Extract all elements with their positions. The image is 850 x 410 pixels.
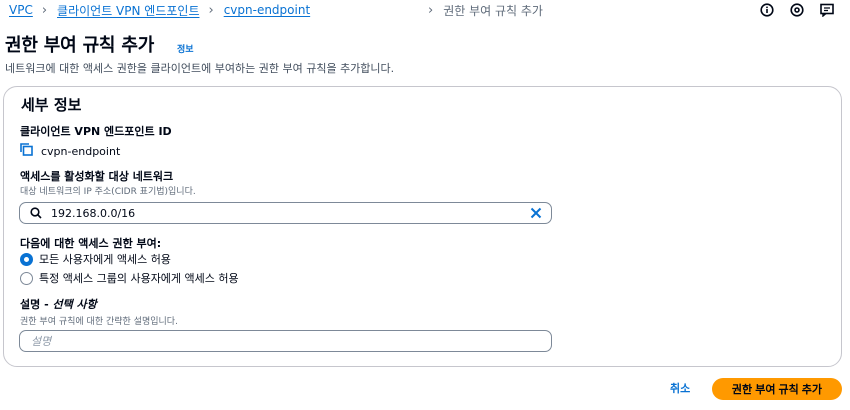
chevron-right-icon: › — [41, 2, 48, 18]
chevron-right-icon: › — [428, 3, 434, 18]
description-label-optional: 선택 사항 — [52, 298, 97, 311]
endpoint-id-value: cvpn-endpoint — [20, 143, 120, 159]
description-label: 설명 - 선택 사항 — [20, 296, 97, 312]
clear-icon[interactable] — [530, 207, 542, 219]
feedback-icon[interactable] — [820, 2, 834, 18]
radio-specific-group[interactable]: 특정 액세스 그룹의 사용자에게 액세스 허용 — [20, 270, 239, 286]
grant-access-label: 다음에 대한 액세스 권한 부여: — [20, 237, 162, 250]
description-hint: 권한 부여 규칙에 대한 간략한 설명입니다. — [20, 317, 178, 327]
target-network-input[interactable]: 192.168.0.0/16 — [19, 202, 552, 224]
breadcrumb-endpoint-link[interactable]: cvpn-endpoint — [224, 3, 310, 17]
description-input[interactable]: 설명 — [19, 330, 552, 352]
endpoint-id-text: cvpn-endpoint — [41, 144, 121, 158]
breadcrumb-client-vpn-endpoints-link[interactable]: 클라이언트 VPN 엔드포인트 — [57, 2, 199, 19]
info-link[interactable]: 정보 — [177, 42, 194, 55]
endpoint-id-label: 클라이언트 VPN 엔드포인트 ID — [20, 125, 172, 138]
cancel-button[interactable]: 취소 — [670, 380, 690, 396]
radio-button-selected[interactable] — [20, 252, 33, 266]
breadcrumb-vpc-link[interactable]: VPC — [9, 3, 33, 17]
radio-all-users[interactable]: 모든 사용자에게 액세스 허용 — [20, 251, 171, 267]
page-description: 네트워크에 대한 액세스 권한을 클라이언트에 부여하는 권한 부여 규칙을 추… — [5, 62, 395, 75]
breadcrumb-current-label: 권한 부여 규칙 추가 — [443, 4, 543, 18]
radio-button[interactable] — [20, 271, 33, 285]
panel-title: 세부 정보 — [21, 96, 82, 114]
info-circle-icon[interactable] — [760, 2, 774, 17]
copy-icon[interactable] — [20, 143, 41, 159]
radio-all-users-label: 모든 사용자에게 액세스 허용 — [39, 253, 171, 266]
breadcrumb: VPC › 클라이언트 VPN 엔드포인트 › cvpn-endpoint — [9, 2, 310, 18]
top-icon-bar — [760, 2, 834, 18]
description-label-main: 설명 - — [20, 298, 53, 311]
target-network-label: 액세스를 활성화할 대상 네트워크 — [20, 170, 174, 183]
add-authorization-rule-button[interactable]: 권한 부여 규칙 추가 — [712, 378, 842, 400]
breadcrumb-current: › 권한 부여 규칙 추가 — [428, 2, 543, 19]
search-icon — [30, 207, 42, 219]
radio-specific-group-label: 특정 액세스 그룹의 사용자에게 액세스 허용 — [39, 272, 239, 285]
target-network-value: 192.168.0.0/16 — [51, 206, 136, 220]
settings-icon[interactable] — [790, 2, 804, 17]
description-placeholder: 설명 — [31, 335, 52, 348]
page-title: 권한 부여 규칙 추가 — [5, 35, 155, 56]
target-network-hint: 대상 네트워크의 IP 주소(CIDR 표기법)입니다. — [20, 187, 196, 197]
chevron-right-icon: › — [208, 2, 214, 18]
